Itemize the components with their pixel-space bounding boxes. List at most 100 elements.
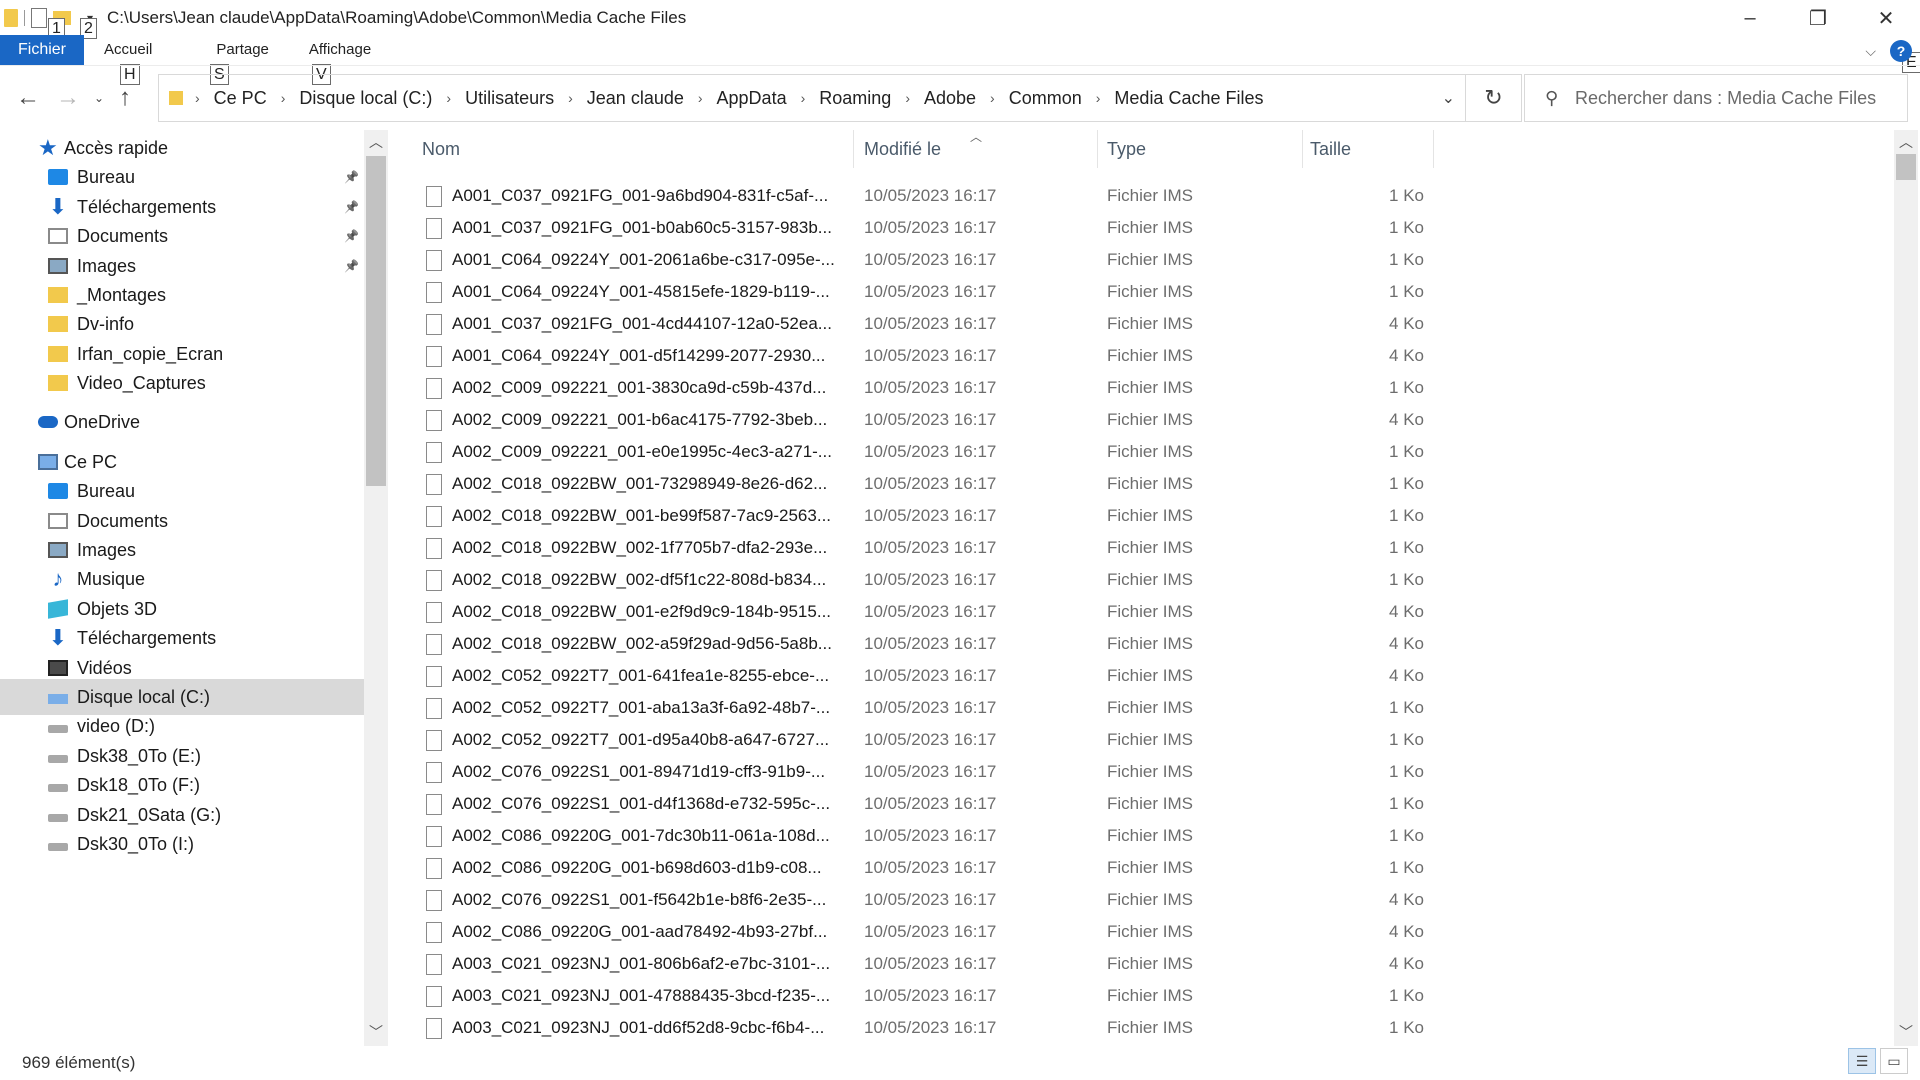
scroll-down-icon[interactable]: ﹀ bbox=[1894, 1022, 1918, 1042]
chevron-right-icon[interactable]: › bbox=[1096, 90, 1101, 106]
tab-share[interactable]: Partage bbox=[216, 41, 269, 65]
breadcrumb-item[interactable]: Roaming bbox=[819, 88, 891, 109]
nav-item-label: Ce PC bbox=[64, 451, 118, 472]
file-row[interactable]: A002_C009_092221_001-b6ac4175-7792-3beb.… bbox=[400, 404, 1440, 436]
file-row[interactable]: A001_C064_09224Y_001-45815efe-1829-b119-… bbox=[400, 276, 1440, 308]
file-row[interactable]: A002_C018_0922BW_001-73298949-8e26-d62..… bbox=[400, 468, 1440, 500]
file-row[interactable]: A002_C018_0922BW_002-a59f29ad-9d56-5a8b.… bbox=[400, 628, 1440, 660]
breadcrumb-item[interactable]: Jean claude bbox=[587, 88, 684, 109]
nav-item[interactable]: Dsk30_0To (I:) bbox=[0, 826, 364, 862]
file-row[interactable]: A001_C037_0921FG_001-4cd44107-12a0-52ea.… bbox=[400, 308, 1440, 340]
chevron-right-icon[interactable]: › bbox=[990, 90, 995, 106]
tab-view[interactable]: Affichage bbox=[309, 41, 371, 65]
file-row[interactable]: A002_C076_0922S1_001-f5642b1e-b8f6-2e35-… bbox=[400, 884, 1440, 916]
back-button[interactable]: ← bbox=[8, 84, 48, 112]
restore-button[interactable]: ❐ bbox=[1784, 0, 1852, 36]
column-header-size[interactable]: Taille bbox=[1310, 130, 1434, 168]
file-size: 4 Ko bbox=[1389, 890, 1424, 909]
file-modified: 10/05/2023 16:17 bbox=[864, 442, 997, 461]
pin-icon[interactable]: 📌 bbox=[344, 259, 359, 273]
breadcrumb-item[interactable]: AppData bbox=[717, 88, 787, 109]
file-row[interactable]: A002_C009_092221_001-3830ca9d-c59b-437d.… bbox=[400, 372, 1440, 404]
file-row[interactable]: A002_C076_0922S1_001-89471d19-cff3-91b9-… bbox=[400, 756, 1440, 788]
search-input[interactable] bbox=[1575, 87, 1905, 109]
file-icon bbox=[426, 505, 442, 527]
file-row[interactable]: A003_C021_0923NJ_001-47888435-3bcd-f235-… bbox=[400, 980, 1440, 1012]
scroll-down-icon[interactable]: ﹀ bbox=[364, 1022, 388, 1042]
file-modified: 10/05/2023 16:17 bbox=[864, 698, 997, 717]
column-header-type[interactable]: Type bbox=[1107, 130, 1303, 168]
chevron-right-icon[interactable]: › bbox=[905, 90, 910, 106]
file-modified: 10/05/2023 16:17 bbox=[864, 314, 997, 333]
search-box[interactable]: ⚲ bbox=[1524, 74, 1908, 122]
file-row[interactable]: A002_C018_0922BW_001-be99f587-7ac9-2563.… bbox=[400, 500, 1440, 532]
breadcrumb-item[interactable]: Adobe bbox=[924, 88, 976, 109]
file-row[interactable]: A001_C037_0921FG_001-b0ab60c5-3157-983b.… bbox=[400, 212, 1440, 244]
drive-icon bbox=[48, 843, 68, 851]
breadcrumb-item[interactable]: Utilisateurs bbox=[465, 88, 554, 109]
chevron-right-icon[interactable]: › bbox=[801, 90, 806, 106]
file-row[interactable]: A002_C086_09220G_001-7dc30b11-061a-108d.… bbox=[400, 820, 1440, 852]
file-row[interactable]: A002_C018_0922BW_002-1f7705b7-dfa2-293e.… bbox=[400, 532, 1440, 564]
close-button[interactable]: ✕ bbox=[1852, 0, 1920, 36]
tab-home[interactable]: Accueil bbox=[104, 41, 152, 65]
file-row[interactable]: A002_C018_0922BW_001-e2f9d9c9-184b-9515.… bbox=[400, 596, 1440, 628]
expand-ribbon-icon[interactable]: ⌵ bbox=[1865, 43, 1876, 60]
large-icons-view-icon[interactable]: ▭ bbox=[1880, 1048, 1908, 1074]
column-header-name[interactable]: Nom bbox=[422, 130, 854, 168]
file-row[interactable]: A003_C021_0923NJ_001-806b6af2-e7bc-3101-… bbox=[400, 948, 1440, 980]
file-row[interactable]: A002_C052_0922T7_001-d95a40b8-a647-6727.… bbox=[400, 724, 1440, 756]
file-type: Fichier IMS bbox=[1107, 634, 1193, 653]
pin-icon[interactable]: 📌 bbox=[344, 170, 359, 184]
pin-icon[interactable]: 📌 bbox=[344, 200, 359, 214]
nav-item-label: Video_Captures bbox=[77, 372, 206, 393]
scroll-up-icon[interactable]: ︿ bbox=[364, 132, 388, 152]
file-row[interactable]: A002_C086_09220G_001-aad78492-4b93-27bf.… bbox=[400, 916, 1440, 948]
forward-button[interactable]: → bbox=[48, 84, 88, 112]
recent-locations-icon[interactable]: ⌄ bbox=[88, 91, 110, 105]
nav-scrollbar[interactable]: ︿ ﹀ bbox=[364, 130, 388, 1046]
file-row[interactable]: A001_C064_09224Y_001-d5f14299-2077-2930.… bbox=[400, 340, 1440, 372]
file-list-scrollbar[interactable]: ︿ ﹀ bbox=[1894, 130, 1918, 1046]
up-button[interactable]: ↑ bbox=[110, 84, 140, 112]
scroll-up-icon[interactable]: ︿ bbox=[1894, 132, 1918, 152]
file-row[interactable]: A002_C086_09220G_001-b698d603-d1b9-c08..… bbox=[400, 852, 1440, 884]
file-row[interactable]: A002_C052_0922T7_001-aba13a3f-6a92-48b7-… bbox=[400, 692, 1440, 724]
breadcrumb-item[interactable]: Media Cache Files bbox=[1114, 88, 1263, 109]
tab-file[interactable]: Fichier bbox=[0, 35, 84, 65]
file-modified: 10/05/2023 16:17 bbox=[864, 986, 997, 1005]
file-row[interactable]: A002_C076_0922S1_001-d4f1368d-e732-595c-… bbox=[400, 788, 1440, 820]
help-icon[interactable]: ? bbox=[1890, 40, 1912, 62]
chevron-right-icon[interactable]: › bbox=[568, 90, 573, 106]
breadcrumb-item[interactable]: Disque local (C:) bbox=[299, 88, 432, 109]
minimize-button[interactable]: – bbox=[1716, 0, 1784, 36]
explorer-icon[interactable] bbox=[4, 9, 18, 27]
file-row[interactable]: A002_C009_092221_001-e0e1995c-4ec3-a271-… bbox=[400, 436, 1440, 468]
file-modified: 10/05/2023 16:17 bbox=[864, 250, 997, 269]
file-size: 4 Ko bbox=[1389, 922, 1424, 941]
chevron-right-icon[interactable]: › bbox=[698, 90, 703, 106]
nav-item[interactable]: Video_Captures bbox=[0, 365, 364, 401]
chevron-right-icon[interactable]: › bbox=[195, 90, 200, 106]
properties-icon[interactable] bbox=[31, 8, 47, 28]
file-row[interactable]: A001_C064_09224Y_001-2061a6be-c317-095e-… bbox=[400, 244, 1440, 276]
breadcrumb-item[interactable]: Ce PC bbox=[214, 88, 267, 109]
file-row[interactable]: A003_C021_0923NJ_001-dd6f52d8-9cbc-f6b4-… bbox=[400, 1012, 1440, 1044]
address-bar[interactable]: › Ce PC › Disque local (C:) › Utilisateurs › J… bbox=[158, 74, 1466, 122]
chevron-right-icon[interactable]: › bbox=[281, 90, 286, 106]
breadcrumb-item[interactable]: Common bbox=[1009, 88, 1082, 109]
scrollbar-thumb[interactable] bbox=[366, 156, 386, 486]
file-row[interactable]: A001_C037_0921FG_001-9a6bd904-831f-c5af-… bbox=[400, 180, 1440, 212]
chevron-right-icon[interactable]: › bbox=[446, 90, 451, 106]
refresh-button[interactable]: ↻ bbox=[1466, 74, 1522, 122]
chevron-down-icon[interactable]: ⌄ bbox=[1442, 88, 1455, 108]
pin-icon[interactable]: 📌 bbox=[344, 229, 359, 243]
nav-item[interactable]: OneDrive bbox=[0, 404, 364, 440]
details-view-icon[interactable]: ☰ bbox=[1848, 1048, 1876, 1074]
file-size: 1 Ko bbox=[1389, 442, 1424, 461]
file-row[interactable]: A002_C052_0922T7_001-641fea1e-8255-ebce-… bbox=[400, 660, 1440, 692]
scrollbar-thumb[interactable] bbox=[1896, 154, 1916, 180]
file-row[interactable]: A002_C018_0922BW_002-df5f1c22-808d-b834.… bbox=[400, 564, 1440, 596]
nav-item-label: Dsk18_0To (F:) bbox=[77, 774, 201, 795]
file-icon bbox=[426, 217, 442, 239]
